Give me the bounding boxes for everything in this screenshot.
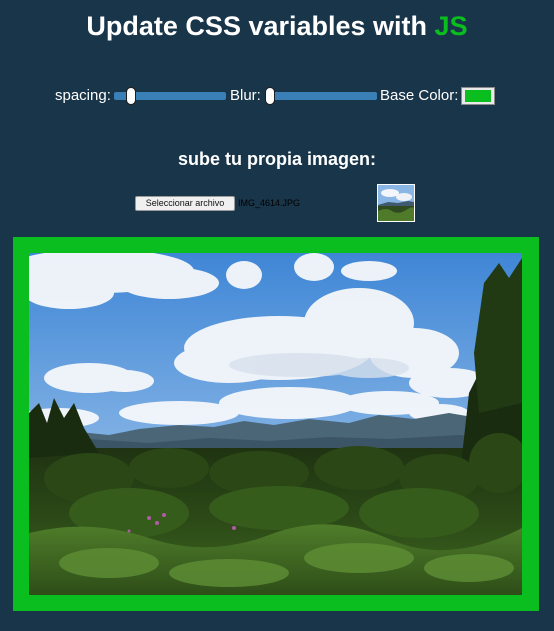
spacing-slider-thumb[interactable] bbox=[126, 87, 136, 105]
landscape-photo bbox=[29, 253, 522, 595]
main-image bbox=[29, 253, 522, 595]
blur-slider-thumb[interactable] bbox=[265, 87, 275, 105]
page-title: Update CSS variables with JS bbox=[0, 8, 554, 44]
controls-bar: spacing: Blur: Base Color: bbox=[0, 85, 554, 107]
blur-label: Blur: bbox=[230, 87, 261, 104]
blur-slider[interactable] bbox=[265, 87, 377, 105]
thumbnail-image bbox=[378, 185, 414, 221]
image-thumbnail bbox=[377, 184, 415, 222]
title-text: Update CSS variables with bbox=[86, 11, 428, 41]
base-color-picker[interactable] bbox=[461, 87, 495, 105]
upload-heading: sube tu propia imagen: bbox=[177, 149, 377, 169]
spacing-label: spacing: bbox=[55, 87, 111, 104]
base-color-swatch bbox=[465, 90, 491, 102]
choose-file-button[interactable]: Seleccionar archivo bbox=[135, 196, 235, 211]
spacing-slider[interactable] bbox=[114, 87, 226, 105]
base-color-label: Base Color: bbox=[380, 87, 459, 104]
title-highlight: JS bbox=[434, 11, 468, 41]
image-frame bbox=[13, 237, 539, 611]
selected-file-name: IMG_4614.JPG bbox=[238, 198, 301, 208]
